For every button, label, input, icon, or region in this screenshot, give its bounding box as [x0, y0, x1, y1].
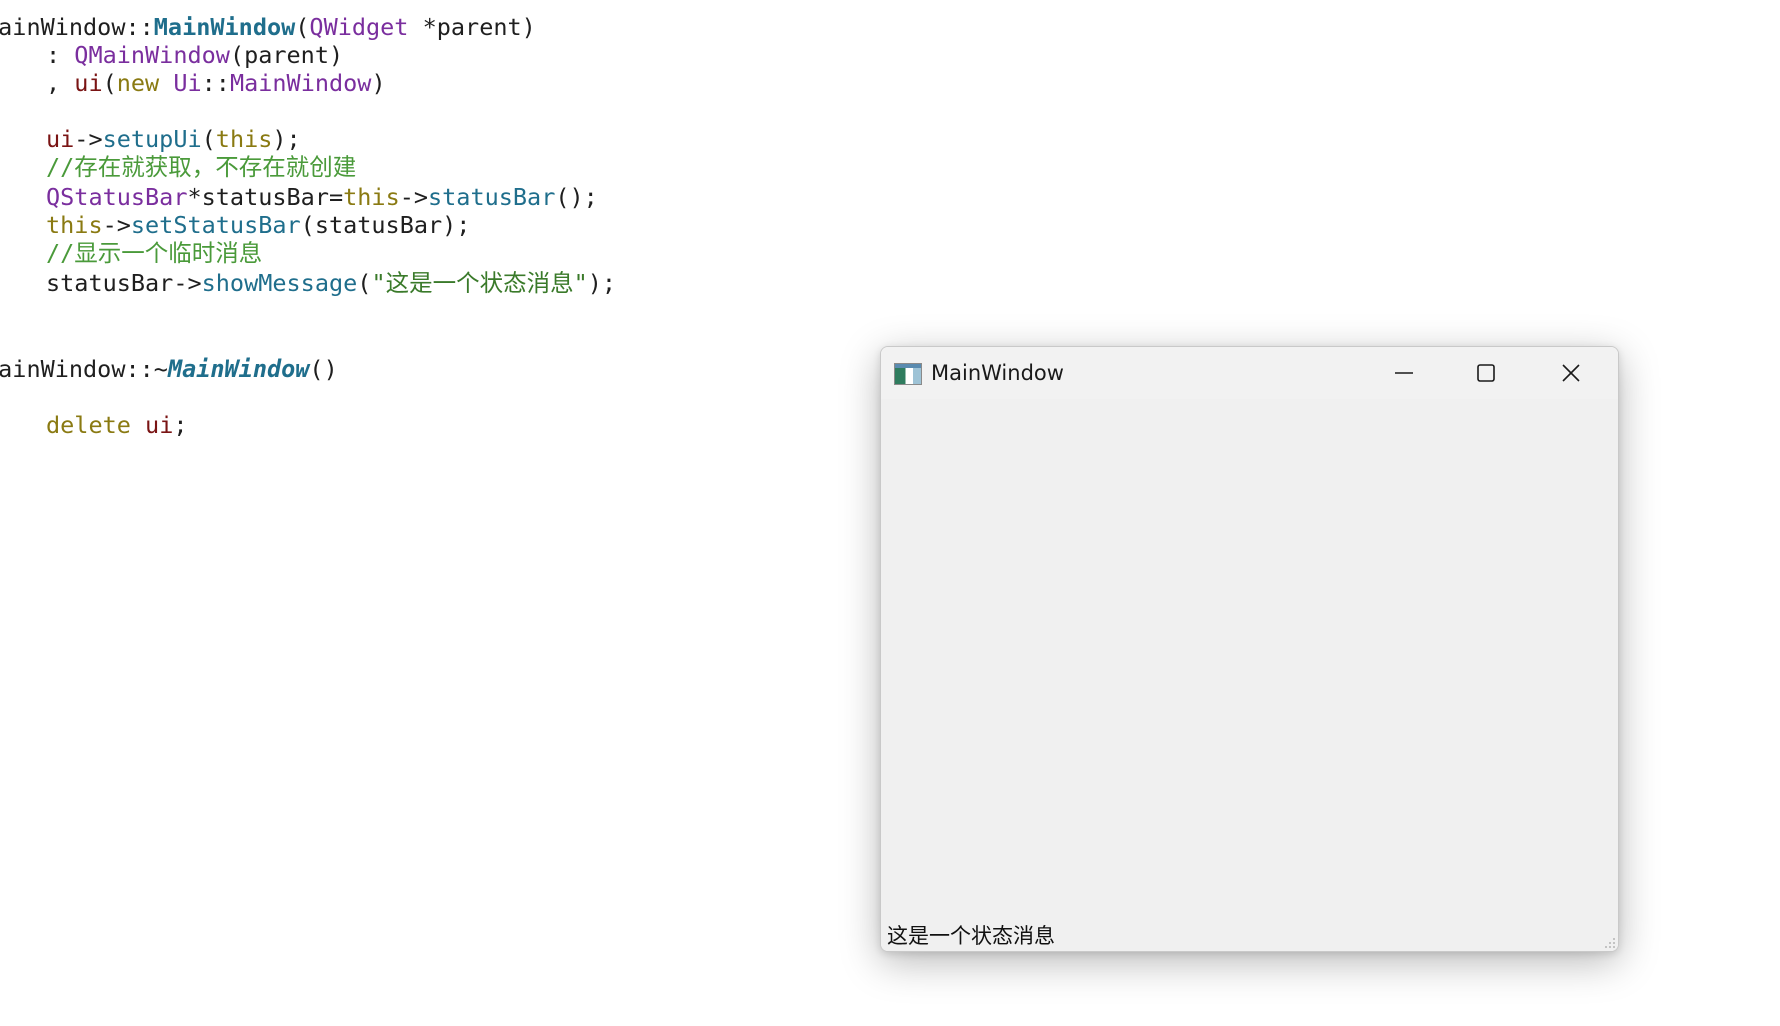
- namespace-ui: Ui: [173, 69, 202, 97]
- open-paren: (: [357, 269, 372, 297]
- central-widget: 这是一个状态消息: [881, 399, 1618, 951]
- window-title: MainWindow: [931, 361, 1064, 385]
- open-paren: (: [102, 69, 117, 97]
- code-line-10: statusBar->showMessage("这是一个状态消息");: [0, 268, 616, 298]
- constructor-name: MainWindow: [153, 13, 296, 41]
- param-type: QWidget: [309, 13, 409, 41]
- call-args: (statusBar);: [300, 211, 471, 239]
- close-paren: ): [371, 69, 386, 97]
- arrow-operator: ->: [173, 269, 202, 297]
- object-ui: ui: [46, 125, 75, 153]
- open-paren: (: [201, 125, 216, 153]
- function-showmessage: showMessage: [201, 269, 358, 297]
- close-button[interactable]: [1539, 347, 1603, 399]
- maximize-icon: [1477, 364, 1495, 382]
- keyword-this: this: [215, 125, 273, 153]
- main-window[interactable]: MainWindow 这是一个状态消息: [880, 346, 1619, 952]
- title-bar[interactable]: MainWindow: [881, 347, 1618, 399]
- arrow-operator: ->: [74, 125, 103, 153]
- close-paren: ): [521, 13, 536, 41]
- app-icon: [894, 363, 922, 385]
- code-line-8: this->setStatusBar(statusBar);: [0, 210, 470, 240]
- minimize-icon: [1395, 372, 1413, 374]
- code-line-3: , ui(new Ui::MainWindow): [0, 68, 386, 98]
- open-paren: (: [295, 13, 310, 41]
- semicolon: ;: [173, 411, 188, 439]
- ui-type: MainWindow: [229, 69, 372, 97]
- status-message: 这是一个状态消息: [887, 924, 1055, 948]
- base-args: (parent): [229, 41, 344, 69]
- keyword-this: this: [343, 183, 400, 211]
- variable-decl: *statusBar=: [187, 183, 344, 211]
- code-line-6: //存在就获取，不存在就创建: [0, 152, 356, 182]
- destructor-name: MainWindow: [167, 355, 310, 383]
- code-line-9: //显示一个临时消息: [0, 238, 262, 268]
- arrow-operator: ->: [102, 211, 131, 239]
- member-ui: ui: [74, 69, 103, 97]
- type-qstatusbar: QStatusBar: [46, 183, 188, 211]
- parens: (): [309, 355, 338, 383]
- minimize-button[interactable]: [1372, 347, 1436, 399]
- string-literal: "这是一个状态消息": [371, 269, 588, 297]
- class-name: MainWindow: [0, 13, 126, 41]
- function-setstatusbar: setStatusBar: [130, 211, 301, 239]
- keyword-delete: delete: [46, 411, 131, 439]
- code-line-7: QStatusBar*statusBar=this->statusBar();: [0, 182, 598, 212]
- close-paren: );: [272, 125, 301, 153]
- code-line-12: MainWindow::~MainWindow(): [0, 354, 338, 384]
- object-statusbar: statusBar: [46, 269, 174, 297]
- maximize-button[interactable]: [1454, 347, 1518, 399]
- status-bar: 这是一个状态消息: [881, 921, 1618, 951]
- base-class: QMainWindow: [74, 41, 230, 69]
- code-line-5: ui->setupUi(this);: [0, 124, 301, 154]
- arrow-operator: ->: [399, 183, 429, 211]
- call-end: );: [587, 269, 617, 297]
- param-name: *parent: [408, 13, 522, 41]
- keyword-this: this: [46, 211, 103, 239]
- code-line-2: : QMainWindow(parent): [0, 40, 343, 70]
- function-setupui: setupUi: [102, 125, 202, 153]
- size-grip-icon[interactable]: [1604, 937, 1616, 949]
- call-end: ();: [555, 183, 598, 211]
- keyword-new: new: [116, 69, 160, 97]
- scope-operator: ::: [201, 69, 230, 97]
- code-line-1: MainWindow::MainWindow(QWidget *parent): [0, 12, 536, 42]
- class-name: MainWindow: [0, 355, 126, 383]
- comment: //存在就获取，不存在就创建: [46, 153, 357, 181]
- code-line-14: delete ui;: [0, 410, 188, 440]
- member-ui: ui: [145, 411, 174, 439]
- scope-operator: ::: [125, 13, 154, 41]
- init-colon: :: [46, 41, 75, 69]
- comment: //显示一个临时消息: [46, 239, 263, 267]
- scope-tilde: ::~: [125, 355, 168, 383]
- function-statusbar: statusBar: [428, 183, 556, 211]
- close-icon: [1562, 364, 1580, 382]
- init-comma: ,: [46, 69, 75, 97]
